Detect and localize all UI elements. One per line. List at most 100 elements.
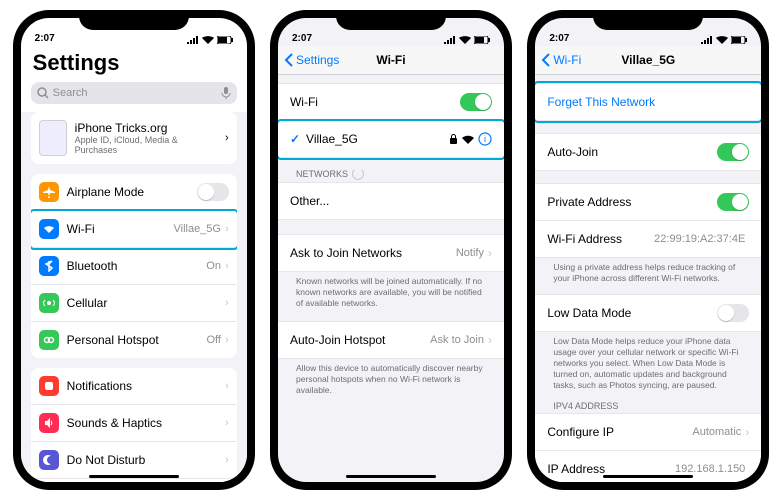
row-label: Configure IP bbox=[547, 425, 614, 439]
chevron-right-icon: › bbox=[225, 260, 229, 272]
avatar bbox=[39, 120, 67, 156]
chevron-right-icon: › bbox=[745, 425, 749, 439]
notch bbox=[79, 10, 189, 30]
lock-icon bbox=[449, 134, 458, 144]
dnd-row[interactable]: Do Not Disturb › bbox=[31, 442, 237, 479]
row-label: Other... bbox=[290, 194, 329, 208]
cellular-icon bbox=[701, 36, 713, 44]
configure-ip-row[interactable]: Configure IP Automatic › bbox=[535, 413, 761, 451]
chevron-right-icon: › bbox=[488, 246, 492, 260]
private-address-row[interactable]: Private Address bbox=[535, 183, 761, 221]
row-value: On bbox=[206, 260, 221, 272]
mic-icon[interactable] bbox=[221, 87, 231, 99]
cellular-row[interactable]: Cellular › bbox=[31, 285, 237, 322]
row-label: Cellular bbox=[67, 296, 108, 310]
notch bbox=[593, 10, 703, 30]
private-address-toggle[interactable] bbox=[717, 193, 749, 211]
status-time: 2:07 bbox=[292, 33, 312, 44]
row-label: Forget This Network bbox=[547, 95, 655, 109]
nav-title: Villae_5G bbox=[621, 53, 675, 67]
hotspot-row[interactable]: Personal Hotspot Off › bbox=[31, 322, 237, 358]
autojoin-toggle[interactable] bbox=[717, 143, 749, 161]
wifi-icon bbox=[202, 36, 214, 44]
row-label: Wi-Fi bbox=[67, 222, 95, 236]
row-label: Auto-Join bbox=[547, 145, 598, 159]
screentime-row[interactable]: Screen Time › bbox=[31, 479, 237, 482]
networks-header: NETWORKS bbox=[278, 158, 504, 182]
checkmark-icon: ✓ bbox=[290, 132, 300, 146]
row-value: 22:99:19:A2:37:4E bbox=[654, 233, 745, 245]
status-icons bbox=[701, 36, 747, 44]
row-label: Notifications bbox=[67, 379, 132, 393]
footer-text: Known networks will be joined automatica… bbox=[278, 272, 504, 309]
notifications-icon bbox=[39, 376, 59, 396]
battery-icon bbox=[217, 36, 233, 44]
network-name: Villae_5G bbox=[306, 132, 358, 146]
bluetooth-row[interactable]: Bluetooth On › bbox=[31, 248, 237, 285]
wifi-toggle[interactable] bbox=[460, 93, 492, 111]
connected-network-row[interactable]: ✓ Villae_5G i bbox=[278, 121, 504, 158]
spinner-icon bbox=[352, 168, 364, 180]
row-value: Automatic bbox=[692, 426, 741, 438]
chevron-right-icon: › bbox=[225, 223, 229, 235]
wifi-toggle-row[interactable]: Wi-Fi bbox=[278, 83, 504, 121]
wifi-icon bbox=[459, 36, 471, 44]
apple-id-row[interactable]: iPhone Tricks.org Apple ID, iCloud, Medi… bbox=[31, 112, 237, 164]
footer-text: Low Data Mode helps reduce your iPhone d… bbox=[535, 332, 761, 391]
other-network-row[interactable]: Other... bbox=[278, 182, 504, 220]
search-input[interactable]: Search bbox=[31, 82, 237, 104]
page-title: Settings bbox=[21, 46, 247, 82]
chevron-right-icon: › bbox=[225, 132, 229, 144]
apple-id-subtitle: Apple ID, iCloud, Media & Purchases bbox=[75, 135, 217, 155]
battery-icon bbox=[474, 36, 490, 44]
wifi-address-row: Wi-Fi Address 22:99:19:A2:37:4E bbox=[535, 221, 761, 258]
row-label: Airplane Mode bbox=[67, 185, 144, 199]
chevron-right-icon: › bbox=[225, 380, 229, 392]
row-label: Private Address bbox=[547, 195, 631, 209]
home-indicator[interactable] bbox=[346, 475, 436, 478]
back-button[interactable]: Settings bbox=[284, 53, 339, 67]
notch bbox=[336, 10, 446, 30]
chevron-right-icon: › bbox=[225, 334, 229, 346]
bluetooth-icon bbox=[39, 256, 59, 276]
nav-title: Wi-Fi bbox=[376, 53, 405, 67]
home-indicator[interactable] bbox=[89, 475, 179, 478]
wifi-icon bbox=[716, 36, 728, 44]
status-time: 2:07 bbox=[549, 33, 569, 44]
apple-id-name: iPhone Tricks.org bbox=[75, 121, 217, 135]
footer-text: Using a private address helps reduce tra… bbox=[535, 258, 761, 284]
forget-network-button[interactable]: Forget This Network bbox=[535, 83, 761, 121]
sounds-icon bbox=[39, 413, 59, 433]
low-data-row[interactable]: Low Data Mode bbox=[535, 294, 761, 332]
status-time: 2:07 bbox=[35, 33, 55, 44]
row-label: Do Not Disturb bbox=[67, 453, 146, 467]
wifi-row[interactable]: Wi-Fi Villae_5G › bbox=[31, 211, 237, 248]
row-label: Sounds & Haptics bbox=[67, 416, 162, 430]
chevron-right-icon: › bbox=[225, 297, 229, 309]
wifi-icon bbox=[39, 219, 59, 239]
row-label: Auto-Join Hotspot bbox=[290, 333, 385, 347]
footer-text: Allow this device to automatically disco… bbox=[278, 359, 504, 396]
airplane-toggle[interactable] bbox=[197, 183, 229, 201]
cellular-icon bbox=[39, 293, 59, 313]
row-value: 192.168.1.150 bbox=[675, 463, 745, 475]
sounds-row[interactable]: Sounds & Haptics › bbox=[31, 405, 237, 442]
svg-text:i: i bbox=[484, 134, 486, 144]
back-label: Settings bbox=[296, 53, 339, 67]
row-label: Wi-Fi Address bbox=[547, 232, 622, 246]
row-label: IP Address bbox=[547, 462, 605, 476]
info-icon[interactable]: i bbox=[478, 132, 492, 146]
low-data-toggle[interactable] bbox=[717, 304, 749, 322]
ask-to-join-row[interactable]: Ask to Join Networks Notify › bbox=[278, 234, 504, 272]
row-value: Villae_5G bbox=[173, 223, 221, 235]
battery-icon bbox=[731, 36, 747, 44]
notifications-row[interactable]: Notifications › bbox=[31, 368, 237, 405]
autojoin-hotspot-row[interactable]: Auto-Join Hotspot Ask to Join › bbox=[278, 321, 504, 359]
search-placeholder: Search bbox=[53, 87, 88, 99]
cellular-icon bbox=[444, 36, 456, 44]
row-value: Ask to Join bbox=[430, 334, 484, 346]
autojoin-row[interactable]: Auto-Join bbox=[535, 133, 761, 171]
home-indicator[interactable] bbox=[603, 475, 693, 478]
back-button[interactable]: Wi-Fi bbox=[541, 53, 581, 67]
airplane-mode-row[interactable]: Airplane Mode bbox=[31, 174, 237, 211]
